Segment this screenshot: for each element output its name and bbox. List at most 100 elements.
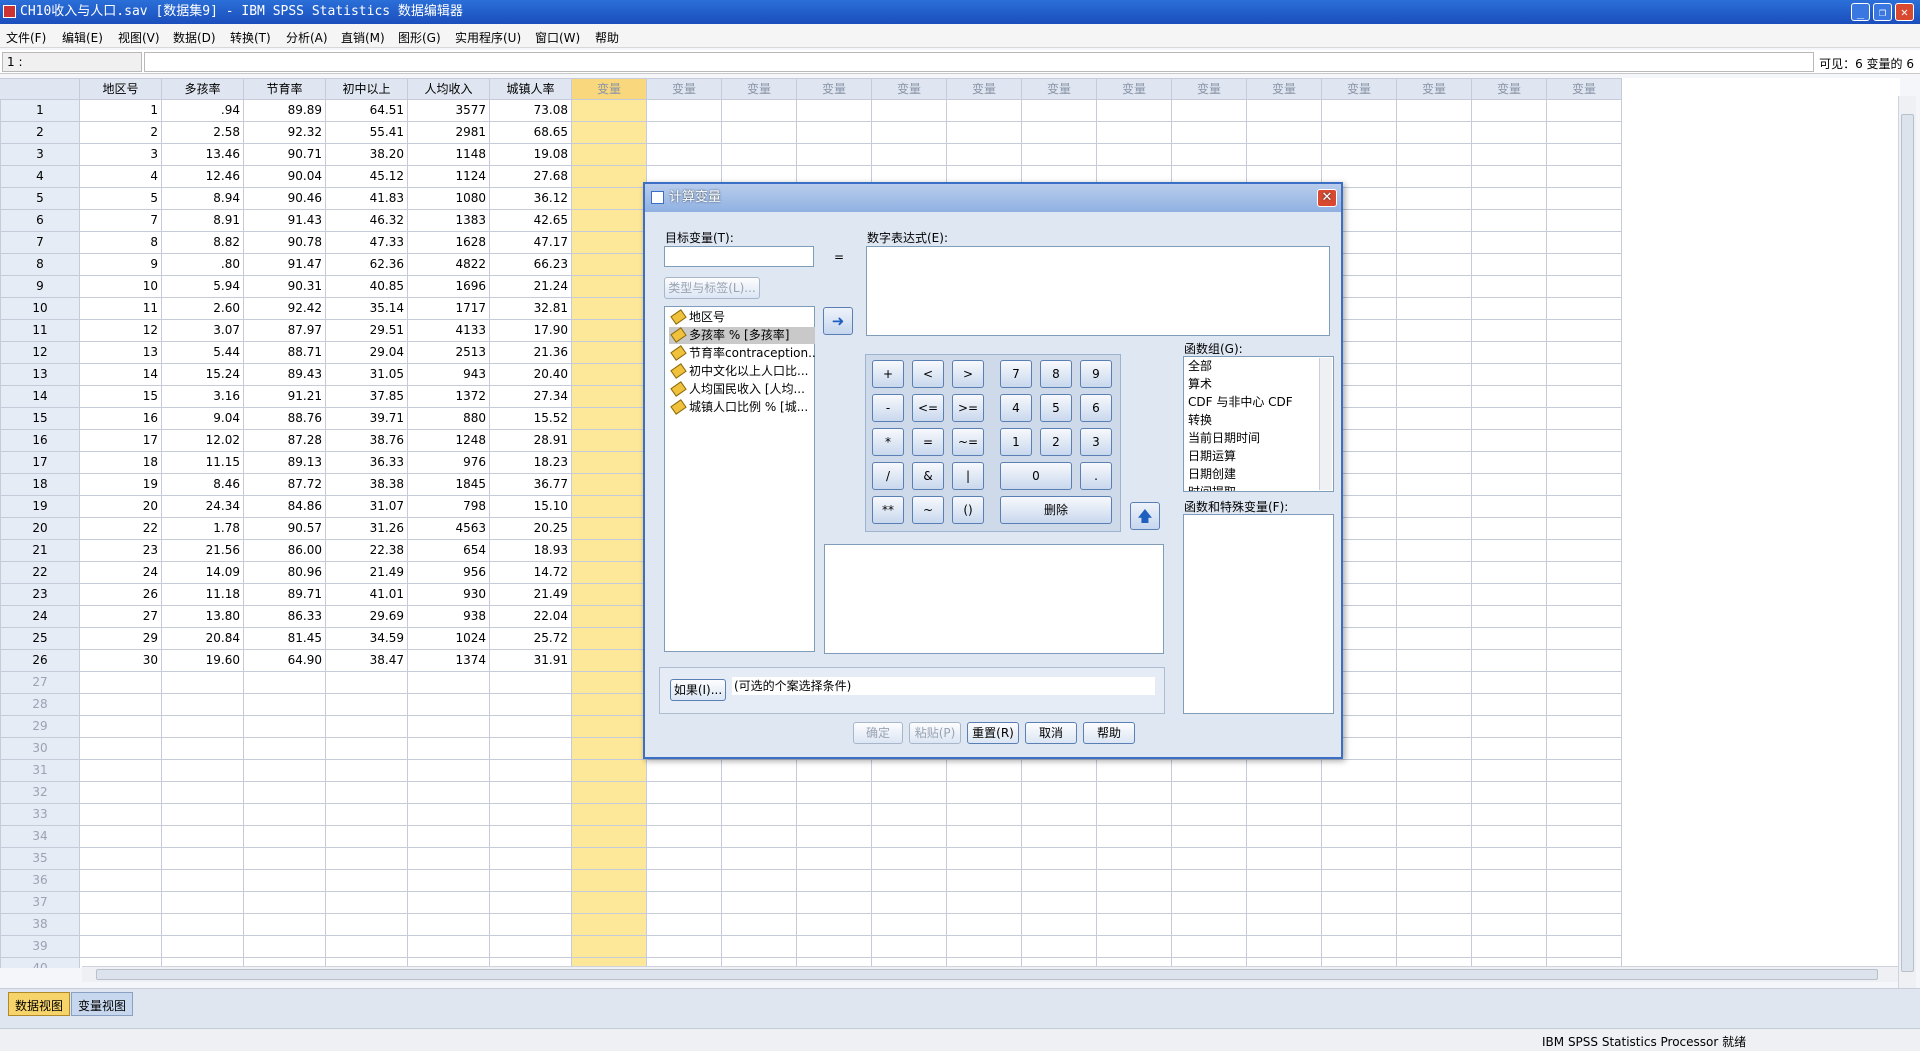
data-cell[interactable] [1547, 210, 1622, 232]
empty-variable-header[interactable]: 变量 [1397, 78, 1472, 100]
data-cell[interactable]: 4563 [408, 518, 490, 540]
data-cell[interactable] [1472, 672, 1547, 694]
data-cell[interactable]: 1696 [408, 276, 490, 298]
data-cell[interactable]: 8.91 [162, 210, 244, 232]
data-cell[interactable] [1097, 914, 1172, 936]
data-cell[interactable] [1397, 144, 1472, 166]
data-cell[interactable]: 4133 [408, 320, 490, 342]
data-cell[interactable] [1547, 650, 1622, 672]
row-number[interactable]: 21 [0, 540, 80, 562]
data-cell[interactable]: 15.24 [162, 364, 244, 386]
data-cell[interactable] [1097, 892, 1172, 914]
data-cell[interactable] [872, 914, 947, 936]
data-cell[interactable]: 20.25 [490, 518, 572, 540]
row-number[interactable]: 31 [0, 760, 80, 782]
data-cell[interactable] [872, 892, 947, 914]
variable-item[interactable]: 城镇人口比例 % [城... [669, 399, 815, 416]
data-cell[interactable]: 2 [80, 122, 162, 144]
data-cell[interactable]: 41.83 [326, 188, 408, 210]
data-cell[interactable] [1472, 342, 1547, 364]
data-cell[interactable]: 81.45 [244, 628, 326, 650]
data-cell[interactable] [722, 100, 797, 122]
data-cell[interactable] [572, 320, 647, 342]
data-cell[interactable] [490, 848, 572, 870]
data-cell[interactable] [244, 716, 326, 738]
data-cell[interactable] [80, 804, 162, 826]
data-cell[interactable]: 88.76 [244, 408, 326, 430]
function-group-item[interactable]: 当前日期时间 [1188, 429, 1260, 447]
data-cell[interactable]: 2513 [408, 342, 490, 364]
data-cell[interactable] [408, 914, 490, 936]
data-cell[interactable] [572, 254, 647, 276]
data-cell[interactable] [1247, 826, 1322, 848]
data-cell[interactable] [80, 914, 162, 936]
data-cell[interactable] [244, 672, 326, 694]
data-cell[interactable] [872, 144, 947, 166]
data-cell[interactable] [1172, 914, 1247, 936]
data-cell[interactable] [1472, 122, 1547, 144]
data-cell[interactable] [1172, 892, 1247, 914]
data-cell[interactable] [1172, 848, 1247, 870]
data-cell[interactable] [947, 760, 1022, 782]
data-cell[interactable]: 45.12 [326, 166, 408, 188]
data-cell[interactable] [1547, 430, 1622, 452]
row-number[interactable]: 22 [0, 562, 80, 584]
data-cell[interactable] [647, 914, 722, 936]
menu-utilities[interactable]: 实用程序(U) [455, 29, 521, 46]
data-cell[interactable]: 1845 [408, 474, 490, 496]
data-cell[interactable]: 12.46 [162, 166, 244, 188]
data-cell[interactable]: 18.23 [490, 452, 572, 474]
data-cell[interactable] [647, 848, 722, 870]
column-header[interactable]: 城镇人率 [490, 78, 572, 100]
data-cell[interactable] [1472, 760, 1547, 782]
data-cell[interactable] [490, 694, 572, 716]
data-cell[interactable] [326, 936, 408, 958]
data-cell[interactable]: 37.85 [326, 386, 408, 408]
data-cell[interactable]: 21.56 [162, 540, 244, 562]
row-number[interactable]: 24 [0, 606, 80, 628]
data-cell[interactable]: 2.58 [162, 122, 244, 144]
data-cell[interactable] [326, 716, 408, 738]
data-cell[interactable] [1547, 694, 1622, 716]
data-cell[interactable] [1172, 782, 1247, 804]
data-cell[interactable] [1547, 166, 1622, 188]
data-cell[interactable] [647, 100, 722, 122]
data-cell[interactable] [797, 100, 872, 122]
data-cell[interactable]: 22 [80, 518, 162, 540]
data-cell[interactable] [797, 826, 872, 848]
data-cell[interactable] [1472, 408, 1547, 430]
data-cell[interactable]: 39.71 [326, 408, 408, 430]
data-cell[interactable] [947, 914, 1022, 936]
data-cell[interactable]: 14 [80, 364, 162, 386]
data-cell[interactable] [1397, 936, 1472, 958]
data-cell[interactable] [1397, 364, 1472, 386]
data-cell[interactable] [162, 694, 244, 716]
data-cell[interactable] [572, 826, 647, 848]
data-cell[interactable] [1247, 760, 1322, 782]
data-cell[interactable]: 3.07 [162, 320, 244, 342]
data-cell[interactable]: 46.32 [326, 210, 408, 232]
data-cell[interactable] [490, 826, 572, 848]
data-cell[interactable] [1397, 122, 1472, 144]
data-cell[interactable]: 8.46 [162, 474, 244, 496]
data-cell[interactable] [80, 892, 162, 914]
horizontal-scrollbar[interactable] [82, 966, 1898, 982]
data-cell[interactable]: 91.43 [244, 210, 326, 232]
data-cell[interactable]: 15 [80, 386, 162, 408]
data-cell[interactable]: 20.40 [490, 364, 572, 386]
data-cell[interactable] [1322, 804, 1397, 826]
data-cell[interactable] [80, 672, 162, 694]
data-cell[interactable] [1397, 100, 1472, 122]
data-cell[interactable] [1472, 628, 1547, 650]
data-cell[interactable]: 34.59 [326, 628, 408, 650]
row-number[interactable]: 7 [0, 232, 80, 254]
data-cell[interactable] [572, 386, 647, 408]
data-cell[interactable] [572, 936, 647, 958]
data-cell[interactable] [947, 782, 1022, 804]
row-number[interactable]: 29 [0, 716, 80, 738]
function-group-list[interactable]: 全部 算术 CDF 与非中心 CDF 转换 当前日期时间 日期运算 日期创建 时… [1183, 356, 1334, 492]
key-and-button[interactable]: & [912, 462, 944, 490]
data-cell[interactable] [647, 870, 722, 892]
data-cell[interactable] [572, 408, 647, 430]
data-cell[interactable] [872, 760, 947, 782]
